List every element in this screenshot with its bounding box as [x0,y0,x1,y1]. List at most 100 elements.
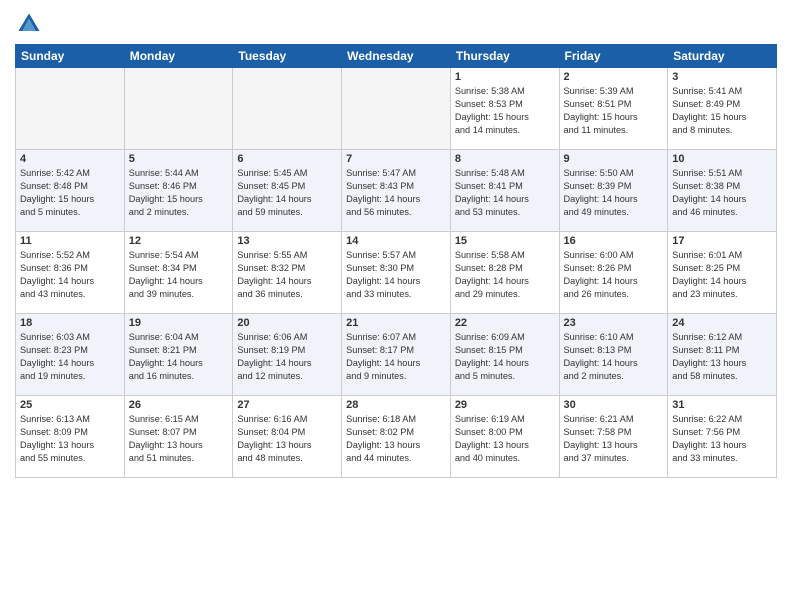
calendar-week-4: 18 Sunrise: 6:03 AM Sunset: 8:23 PM Dayli… [16,314,777,396]
day-number: 22 [455,317,555,329]
day-number: 11 [20,235,120,247]
day-info: Sunrise: 6:06 AM Sunset: 8:19 PM Dayligh… [237,331,337,383]
day-info: Sunrise: 5:51 AM Sunset: 8:38 PM Dayligh… [672,167,772,219]
day-number: 18 [20,317,120,329]
calendar-cell: 2 Sunrise: 5:39 AM Sunset: 8:51 PM Daylig… [559,68,668,150]
day-info: Sunrise: 5:54 AM Sunset: 8:34 PM Dayligh… [129,249,229,301]
calendar-cell: 19 Sunrise: 6:04 AM Sunset: 8:21 PM Dayli… [124,314,233,396]
day-number: 15 [455,235,555,247]
calendar-cell: 30 Sunrise: 6:21 AM Sunset: 7:58 PM Dayli… [559,396,668,478]
day-number: 2 [564,71,664,83]
day-info: Sunrise: 5:57 AM Sunset: 8:30 PM Dayligh… [346,249,446,301]
calendar-cell: 28 Sunrise: 6:18 AM Sunset: 8:02 PM Dayli… [342,396,451,478]
day-info: Sunrise: 6:10 AM Sunset: 8:13 PM Dayligh… [564,331,664,383]
day-info: Sunrise: 6:04 AM Sunset: 8:21 PM Dayligh… [129,331,229,383]
calendar-cell: 17 Sunrise: 6:01 AM Sunset: 8:25 PM Dayli… [668,232,777,314]
page-container: SundayMondayTuesdayWednesdayThursdayFrid… [0,0,792,488]
header [15,10,777,38]
calendar-cell: 11 Sunrise: 5:52 AM Sunset: 8:36 PM Dayli… [16,232,125,314]
calendar-cell: 5Sunrise: 5:44 AM Sunset: 8:46 PM Daylig… [124,150,233,232]
day-info: Sunrise: 6:18 AM Sunset: 8:02 PM Dayligh… [346,413,446,465]
day-info: Sunrise: 5:42 AM Sunset: 8:48 PM Dayligh… [20,167,120,219]
day-info: Sunrise: 5:48 AM Sunset: 8:41 PM Dayligh… [455,167,555,219]
day-number: 21 [346,317,446,329]
day-info: Sunrise: 5:41 AM Sunset: 8:49 PM Dayligh… [672,85,772,137]
logo [15,10,47,38]
day-info: Sunrise: 6:09 AM Sunset: 8:15 PM Dayligh… [455,331,555,383]
day-number: 4 [20,153,120,165]
day-info: Sunrise: 5:58 AM Sunset: 8:28 PM Dayligh… [455,249,555,301]
calendar-cell: 18 Sunrise: 6:03 AM Sunset: 8:23 PM Dayli… [16,314,125,396]
calendar-cell: 26 Sunrise: 6:15 AM Sunset: 8:07 PM Dayli… [124,396,233,478]
calendar-cell: 24Sunrise: 6:12 AM Sunset: 8:11 PM Dayli… [668,314,777,396]
day-info: Sunrise: 5:55 AM Sunset: 8:32 PM Dayligh… [237,249,337,301]
day-number: 3 [672,71,772,83]
day-number: 16 [564,235,664,247]
weekday-header-monday: Monday [124,45,233,68]
day-number: 29 [455,399,555,411]
day-info: Sunrise: 6:03 AM Sunset: 8:23 PM Dayligh… [20,331,120,383]
calendar-cell: 9 Sunrise: 5:50 AM Sunset: 8:39 PM Daylig… [559,150,668,232]
day-info: Sunrise: 5:39 AM Sunset: 8:51 PM Dayligh… [564,85,664,137]
day-number: 19 [129,317,229,329]
day-info: Sunrise: 5:52 AM Sunset: 8:36 PM Dayligh… [20,249,120,301]
day-number: 31 [672,399,772,411]
day-info: Sunrise: 6:00 AM Sunset: 8:26 PM Dayligh… [564,249,664,301]
day-number: 9 [564,153,664,165]
calendar-cell: 10Sunrise: 5:51 AM Sunset: 8:38 PM Dayli… [668,150,777,232]
calendar-week-3: 11 Sunrise: 5:52 AM Sunset: 8:36 PM Dayli… [16,232,777,314]
day-number: 13 [237,235,337,247]
day-number: 1 [455,71,555,83]
calendar-cell [124,68,233,150]
calendar-cell: 15 Sunrise: 5:58 AM Sunset: 8:28 PM Dayli… [450,232,559,314]
day-info: Sunrise: 6:19 AM Sunset: 8:00 PM Dayligh… [455,413,555,465]
day-number: 28 [346,399,446,411]
day-info: Sunrise: 5:45 AM Sunset: 8:45 PM Dayligh… [237,167,337,219]
day-number: 12 [129,235,229,247]
logo-icon [15,10,43,38]
day-number: 6 [237,153,337,165]
calendar-header-row: SundayMondayTuesdayWednesdayThursdayFrid… [16,45,777,68]
calendar-cell: 3 Sunrise: 5:41 AM Sunset: 8:49 PM Daylig… [668,68,777,150]
calendar-cell: 20 Sunrise: 6:06 AM Sunset: 8:19 PM Dayli… [233,314,342,396]
day-number: 20 [237,317,337,329]
calendar-cell: 13 Sunrise: 5:55 AM Sunset: 8:32 PM Dayli… [233,232,342,314]
weekday-header-thursday: Thursday [450,45,559,68]
day-number: 24 [672,317,772,329]
day-info: Sunrise: 6:13 AM Sunset: 8:09 PM Dayligh… [20,413,120,465]
weekday-header-wednesday: Wednesday [342,45,451,68]
calendar-cell: 4 Sunrise: 5:42 AM Sunset: 8:48 PM Daylig… [16,150,125,232]
day-info: Sunrise: 6:01 AM Sunset: 8:25 PM Dayligh… [672,249,772,301]
day-info: Sunrise: 5:47 AM Sunset: 8:43 PM Dayligh… [346,167,446,219]
calendar-cell: 25 Sunrise: 6:13 AM Sunset: 8:09 PM Dayli… [16,396,125,478]
day-info: Sunrise: 6:22 AM Sunset: 7:56 PM Dayligh… [672,413,772,465]
day-number: 26 [129,399,229,411]
weekday-header-saturday: Saturday [668,45,777,68]
calendar-week-5: 25 Sunrise: 6:13 AM Sunset: 8:09 PM Dayli… [16,396,777,478]
calendar-cell [16,68,125,150]
day-number: 17 [672,235,772,247]
calendar-cell: 16 Sunrise: 6:00 AM Sunset: 8:26 PM Dayli… [559,232,668,314]
calendar-cell: 21 Sunrise: 6:07 AM Sunset: 8:17 PM Dayli… [342,314,451,396]
day-number: 30 [564,399,664,411]
day-number: 7 [346,153,446,165]
day-info: Sunrise: 6:07 AM Sunset: 8:17 PM Dayligh… [346,331,446,383]
weekday-header-sunday: Sunday [16,45,125,68]
day-info: Sunrise: 6:21 AM Sunset: 7:58 PM Dayligh… [564,413,664,465]
day-number: 25 [20,399,120,411]
day-number: 8 [455,153,555,165]
day-info: Sunrise: 6:15 AM Sunset: 8:07 PM Dayligh… [129,413,229,465]
day-number: 14 [346,235,446,247]
calendar-cell [233,68,342,150]
calendar-cell: 1Sunrise: 5:38 AM Sunset: 8:53 PM Daylig… [450,68,559,150]
calendar-week-1: 1Sunrise: 5:38 AM Sunset: 8:53 PM Daylig… [16,68,777,150]
calendar-cell: 12 Sunrise: 5:54 AM Sunset: 8:34 PM Dayli… [124,232,233,314]
calendar-cell: 31 Sunrise: 6:22 AM Sunset: 7:56 PM Dayli… [668,396,777,478]
day-info: Sunrise: 5:50 AM Sunset: 8:39 PM Dayligh… [564,167,664,219]
calendar-cell [342,68,451,150]
calendar-cell: 22 Sunrise: 6:09 AM Sunset: 8:15 PM Dayli… [450,314,559,396]
calendar-cell: 8 Sunrise: 5:48 AM Sunset: 8:41 PM Daylig… [450,150,559,232]
weekday-header-tuesday: Tuesday [233,45,342,68]
calendar-cell: 7 Sunrise: 5:47 AM Sunset: 8:43 PM Daylig… [342,150,451,232]
calendar-cell: 6 Sunrise: 5:45 AM Sunset: 8:45 PM Daylig… [233,150,342,232]
